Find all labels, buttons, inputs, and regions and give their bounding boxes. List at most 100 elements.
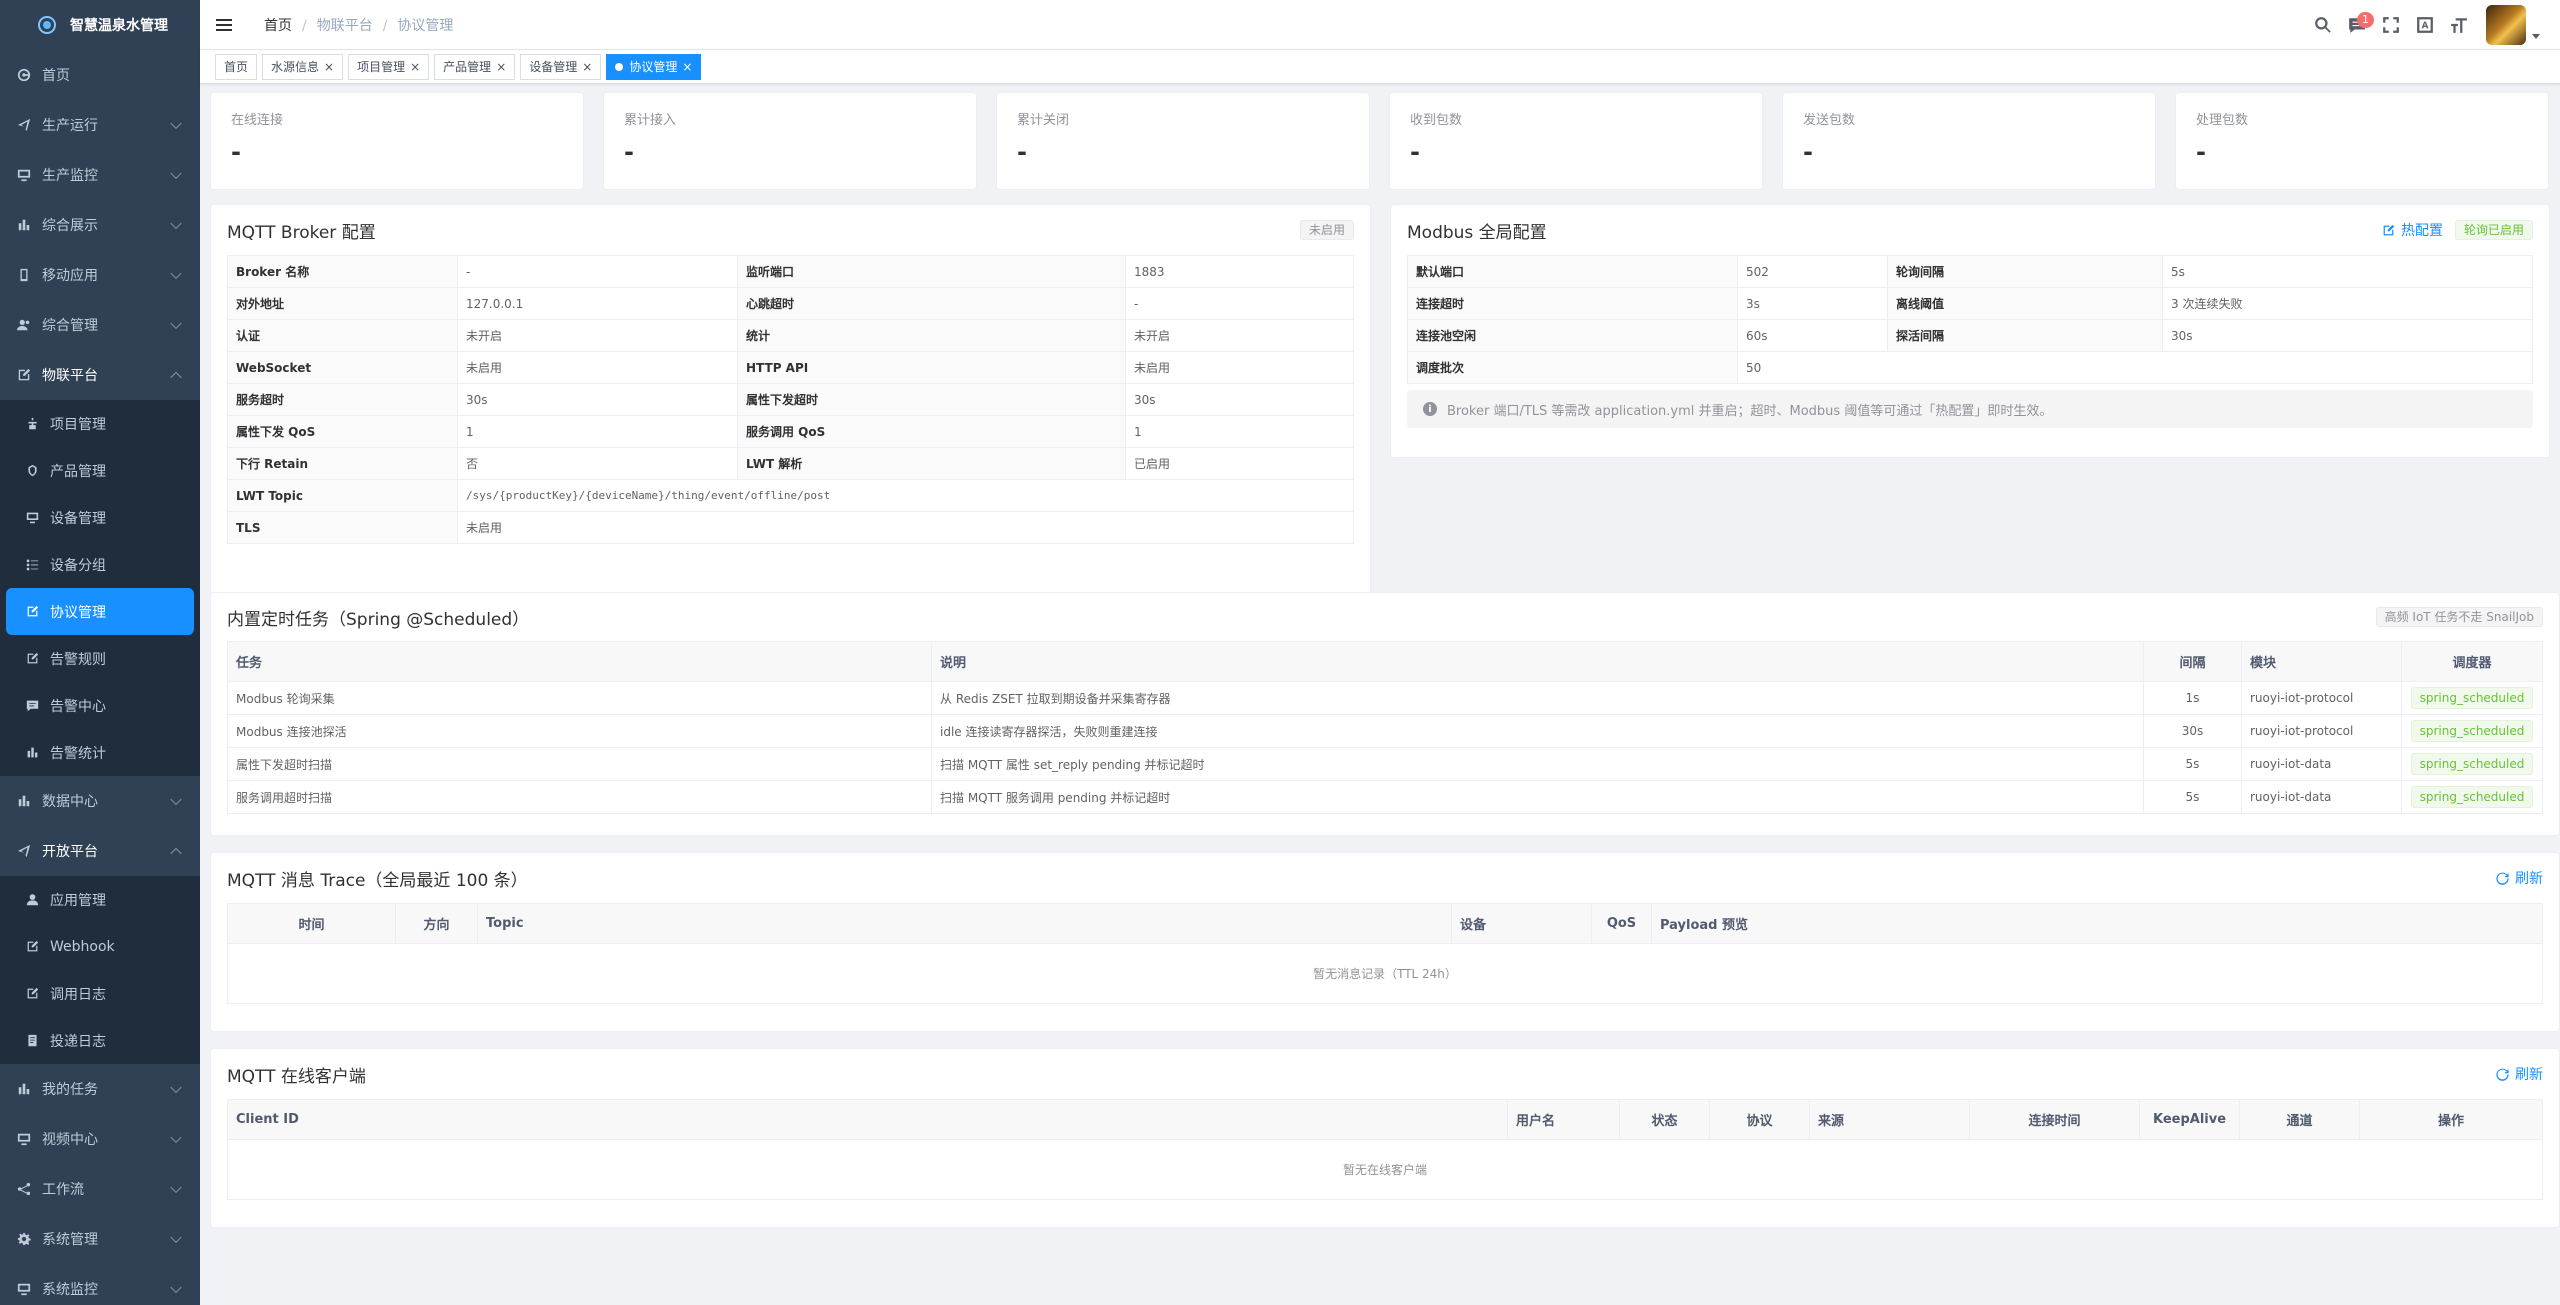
tag-product[interactable]: 产品管理 × [434,53,516,80]
sidebar-item-app-manage[interactable]: 应用管理 [0,876,200,923]
sidebar-item-alarm-center[interactable]: 告警中心 [0,682,200,729]
sidebar-item-workflow[interactable]: 工作流 [0,1164,200,1214]
sidebar-item-video[interactable]: 视频中心 [0,1114,200,1164]
modbus-notice: i Broker 端口/TLS 等需改 application.yml 并重启；… [1407,390,2533,428]
tasks-tag: 高频 IoT 任务不走 SnailJob [2375,607,2543,627]
sidebar-item-call-log[interactable]: 调用日志 [0,970,200,1017]
clients-refresh-button[interactable]: 刷新 [2496,1064,2543,1084]
chevron-down-icon [170,1231,182,1244]
sidebar-item-mobile[interactable]: 移动应用 [0,250,200,300]
task-name: Modbus 连接池探活 [227,714,932,748]
tag-device[interactable]: 设备管理 × [520,53,602,80]
breadcrumb: 首页 / 物联平台 / 协议管理 [264,17,454,34]
task-module: ruoyi-iot-data [2241,747,2402,781]
mqtt-trace-card: MQTT 消息 Trace（全局最近 100 条） 刷新 时间 方向 Topic… [210,852,2560,1032]
breadcrumb-current: 协议管理 [397,17,454,34]
form-icon [24,986,40,1002]
config-value: 未启用 [1125,351,1354,384]
chevron-down-icon [170,217,182,230]
tag-protocol[interactable]: 协议管理 × [606,53,702,80]
stat-online: 在线连接 - [210,92,584,190]
config-row: 对外地址 127.0.0.1 心跳超时 - [227,287,1354,320]
scheduler-badge: spring_scheduled [2410,753,2534,775]
edit-icon [24,651,40,667]
sidebar-item-general[interactable]: 综合管理 [0,300,200,350]
task-interval: 5s [2143,747,2242,781]
iot-submenu: 项目管理 产品管理 设备管理 设备分组 协议管理 告警规则 告警中心 告警统计 [0,400,200,776]
trace-table: 时间 方向 Topic 设备 QoS Payload 预览 暂无消息记录（TTL… [227,903,2543,1004]
close-icon[interactable]: × [582,55,592,79]
phone-icon [16,267,32,283]
sidebar-item-device[interactable]: 设备管理 [0,494,200,541]
chevron-down-icon [170,167,182,180]
peoples-icon [16,317,32,333]
polling-status-badge: 轮询已启用 [2454,220,2533,240]
language-icon[interactable] [2408,0,2442,50]
send-icon [16,117,32,133]
tag-water-source[interactable]: 水源信息 × [262,53,344,80]
mqtt-status-badge: 未启用 [1299,220,1354,240]
sidebar-item-system[interactable]: 系统管理 [0,1214,200,1264]
task-module: ruoyi-iot-protocol [2241,714,2402,748]
sidebar-item-protocol[interactable]: 协议管理 [6,588,194,635]
font-size-icon[interactable] [2442,0,2476,50]
chevron-down-icon [170,267,182,280]
close-icon[interactable]: × [410,55,420,79]
modbus-card: Modbus 全局配置 热配置 轮询已启用 默认端口 502 轮询间隔 5s 连接超时 3… [1390,204,2550,458]
config-key: 连接超时 [1407,287,1738,320]
tag-project[interactable]: 项目管理 × [348,53,430,80]
sidebar-item-sys-monitor[interactable]: 系统监控 [0,1264,200,1305]
hamburger-icon[interactable] [216,18,232,31]
logo-icon [36,14,58,36]
avatar[interactable] [2486,5,2526,45]
chevron-up-icon [170,847,182,860]
sidebar-item-open-platform[interactable]: 开放平台 [0,826,200,876]
config-value: 5s [2162,255,2533,288]
config-key: 探活间隔 [1887,319,2163,352]
clients-title: MQTT 在线客户端 [227,1066,366,1087]
tag-home[interactable]: 首页 [215,53,258,80]
sidebar-item-device-group[interactable]: 设备分组 [0,541,200,588]
config-row: 下行 Retain 否 LWT 解析 已启用 [227,447,1354,480]
sidebar-item-home[interactable]: 首页 [0,50,200,100]
sidebar-item-delivery-log[interactable]: 投递日志 [0,1017,200,1064]
chevron-down-icon [170,117,182,130]
breadcrumb-iot[interactable]: 物联平台 [317,18,373,34]
close-icon[interactable]: × [682,55,692,79]
sidebar-item-alarm-rule[interactable]: 告警规则 [0,635,200,682]
modbus-title: Modbus 全局配置 [1407,222,1547,243]
search-icon[interactable] [2306,0,2340,50]
sidebar-item-alarm-stats[interactable]: 告警统计 [0,729,200,776]
hot-config-button[interactable]: 热配置 [2382,220,2443,240]
breadcrumb-home[interactable]: 首页 [264,18,292,34]
close-icon[interactable]: × [324,55,334,79]
config-key: 认证 [227,319,458,352]
caret-down-icon[interactable] [2532,33,2540,39]
sidebar-item-iot[interactable]: 物联平台 [0,350,200,400]
close-icon[interactable]: × [496,55,506,79]
sidebar-item-data-center[interactable]: 数据中心 [0,776,200,826]
task-module: ruoyi-iot-protocol [2241,681,2402,715]
config-row: 属性下发 QoS 1 服务调用 QoS 1 [227,415,1354,448]
sidebar-item-product[interactable]: 产品管理 [0,447,200,494]
sidebar-item-project[interactable]: 项目管理 [0,400,200,447]
sidebar-item-display[interactable]: 综合展示 [0,200,200,250]
modbus-config-table: 默认端口 502 轮询间隔 5s 连接超时 3s 离线阈值 3 次连续失败 连接池空闲 60s 探活… [1407,255,2533,384]
chart-icon [16,217,32,233]
sidebar-item-production-run[interactable]: 生产运行 [0,100,200,150]
config-value: 1 [1125,415,1354,448]
message-icon[interactable]: 1 [2340,0,2374,50]
sidebar-item-my-tasks[interactable]: 我的任务 [0,1064,200,1114]
config-value: 未开启 [1125,319,1354,352]
table-row: Modbus 连接池探活 idle 连接读寄存器探活，失败则重建连接 30s ruoy… [227,714,2543,748]
scheduler-badge: spring_scheduled [2410,687,2534,709]
sidebar-item-webhook[interactable]: Webhook [0,923,200,970]
monitor-icon [16,1131,32,1147]
task-name: 属性下发超时扫描 [227,747,932,781]
config-key: 连接池空闲 [1407,319,1738,352]
message-badge: 1 [2357,12,2374,28]
app-logo[interactable]: 智慧温泉水管理 [0,0,200,50]
trace-refresh-button[interactable]: 刷新 [2496,868,2543,888]
fullscreen-icon[interactable] [2374,0,2408,50]
sidebar-item-production-monitor[interactable]: 生产监控 [0,150,200,200]
